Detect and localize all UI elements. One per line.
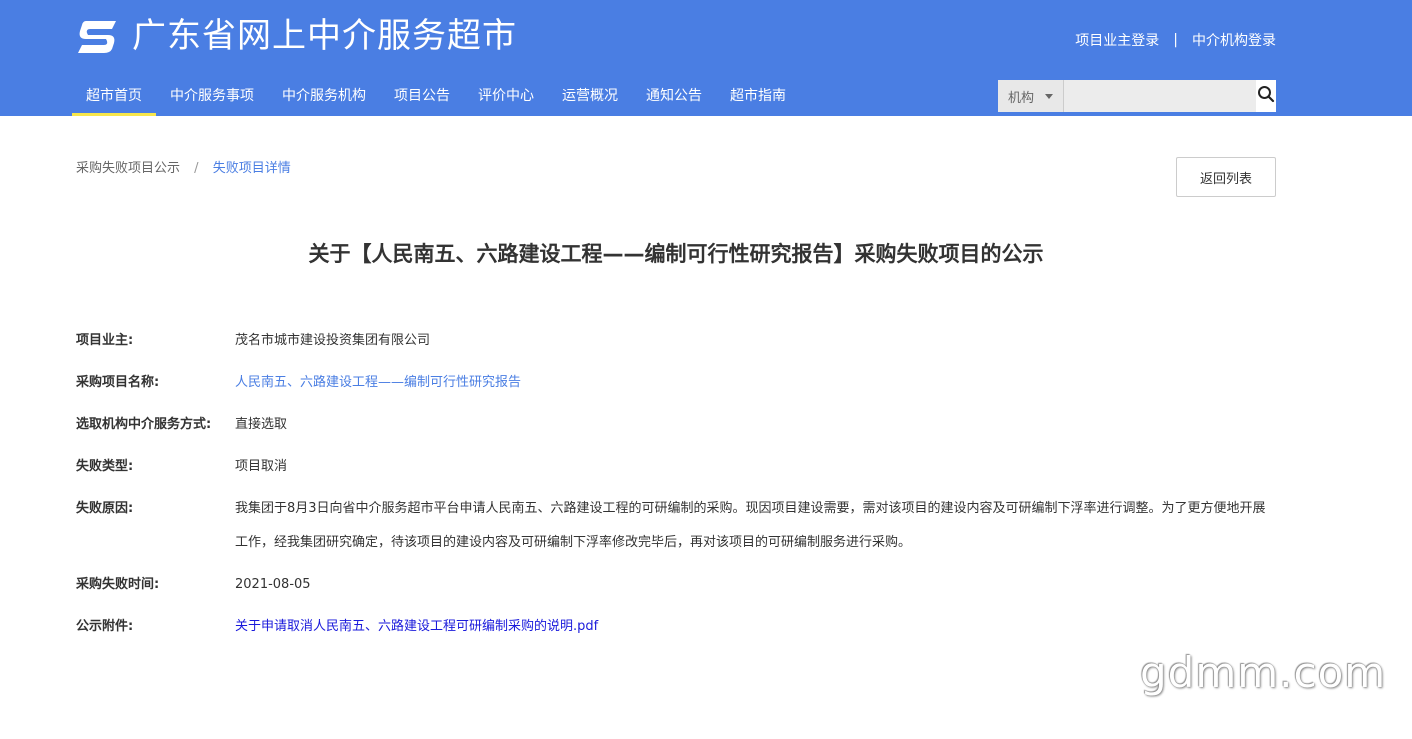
nav-item-operations[interactable]: 运营概况 bbox=[548, 80, 632, 116]
site-logo[interactable]: 广东省网上中介服务超市 bbox=[76, 14, 517, 58]
nav-item-service-items[interactable]: 中介服务事项 bbox=[156, 80, 268, 116]
search-button[interactable] bbox=[1256, 80, 1276, 112]
detail-list: 项目业主: 茂名市城市建设投资集团有限公司 采购项目名称: 人民南五、六路建设工… bbox=[76, 324, 1276, 652]
failure-time-label: 采购失败时间: bbox=[76, 577, 160, 592]
detail-row-attachment: 公示附件: 关于申请取消人民南五、六路建设工程可研编制采购的说明.pdf bbox=[76, 610, 1276, 644]
search-type-select[interactable]: 机构 bbox=[998, 80, 1065, 112]
site-header: 广东省网上中介服务超市 项目业主登录 | 中介机构登录 超市首页 中介服务事项 … bbox=[0, 0, 1412, 116]
owner-label: 项目业主: bbox=[76, 333, 134, 348]
failure-time-value: 2021-08-05 bbox=[235, 577, 311, 592]
owner-value: 茂名市城市建设投资集团有限公司 bbox=[235, 333, 431, 348]
caret-down-icon bbox=[1045, 93, 1054, 99]
nav-item-project-notices[interactable]: 项目公告 bbox=[380, 80, 464, 116]
failure-reason-label: 失败原因: bbox=[76, 501, 134, 516]
search-input[interactable] bbox=[1064, 80, 1257, 112]
search-icon bbox=[1257, 85, 1275, 107]
detail-row-owner: 项目业主: 茂名市城市建设投资集团有限公司 bbox=[76, 324, 1276, 358]
detail-row-time: 采购失败时间: 2021-08-05 bbox=[76, 568, 1276, 602]
nav-item-notifications[interactable]: 通知公告 bbox=[632, 80, 716, 116]
login-links: 项目业主登录 | 中介机构登录 bbox=[1075, 30, 1276, 50]
main-nav: 超市首页 中介服务事项 中介服务机构 项目公告 评价中心 运营概况 通知公告 超… bbox=[72, 80, 800, 116]
search-bar: 机构 bbox=[998, 80, 1276, 112]
nav-item-guide[interactable]: 超市指南 bbox=[716, 80, 800, 116]
detail-row-type: 失败类型: 项目取消 bbox=[76, 450, 1276, 484]
back-to-list-button[interactable]: 返回列表 bbox=[1176, 157, 1276, 197]
detail-row-reason: 失败原因: 我集团于8月3日向省中介服务超市平台申请人民南五、六路建设工程的可研… bbox=[76, 492, 1276, 560]
failure-reason-value: 我集团于8月3日向省中介服务超市平台申请人民南五、六路建设工程的可研编制的采购。… bbox=[235, 501, 1266, 550]
project-name-label: 采购项目名称: bbox=[76, 375, 160, 390]
project-name-link[interactable]: 人民南五、六路建设工程——编制可行性研究报告 bbox=[235, 366, 1276, 400]
breadcrumb: 采购失败项目公示 / 失败项目详情 bbox=[76, 157, 291, 176]
nav-item-home[interactable]: 超市首页 bbox=[72, 80, 156, 116]
nav-item-evaluation[interactable]: 评价中心 bbox=[464, 80, 548, 116]
failure-type-label: 失败类型: bbox=[76, 459, 134, 474]
breadcrumb-parent[interactable]: 采购失败项目公示 bbox=[76, 161, 180, 176]
selection-method-label: 选取机构中介服务方式: bbox=[76, 417, 212, 432]
owner-login-link[interactable]: 项目业主登录 bbox=[1075, 30, 1159, 50]
attachment-link[interactable]: 关于申请取消人民南五、六路建设工程可研编制采购的说明.pdf bbox=[235, 610, 1276, 644]
logo-icon bbox=[76, 17, 120, 55]
page-title: 关于【人民南五、六路建设工程——编制可行性研究报告】采购失败项目的公示 bbox=[308, 242, 1044, 266]
selection-method-value: 直接选取 bbox=[235, 417, 288, 432]
detail-row-project: 采购项目名称: 人民南五、六路建设工程——编制可行性研究报告 bbox=[76, 366, 1276, 400]
detail-row-method: 选取机构中介服务方式: 直接选取 bbox=[76, 408, 1276, 442]
attachment-label: 公示附件: bbox=[76, 619, 134, 634]
watermark: gdmm.com bbox=[1140, 648, 1387, 697]
login-separator: | bbox=[1173, 32, 1178, 48]
failure-type-value: 项目取消 bbox=[235, 459, 288, 474]
breadcrumb-current: 失败项目详情 bbox=[212, 161, 291, 176]
nav-item-agencies[interactable]: 中介服务机构 bbox=[268, 80, 380, 116]
site-title: 广东省网上中介服务超市 bbox=[132, 16, 517, 56]
search-type-value: 机构 bbox=[1008, 90, 1035, 106]
breadcrumb-separator: / bbox=[194, 161, 199, 176]
agency-login-link[interactable]: 中介机构登录 bbox=[1192, 30, 1276, 50]
